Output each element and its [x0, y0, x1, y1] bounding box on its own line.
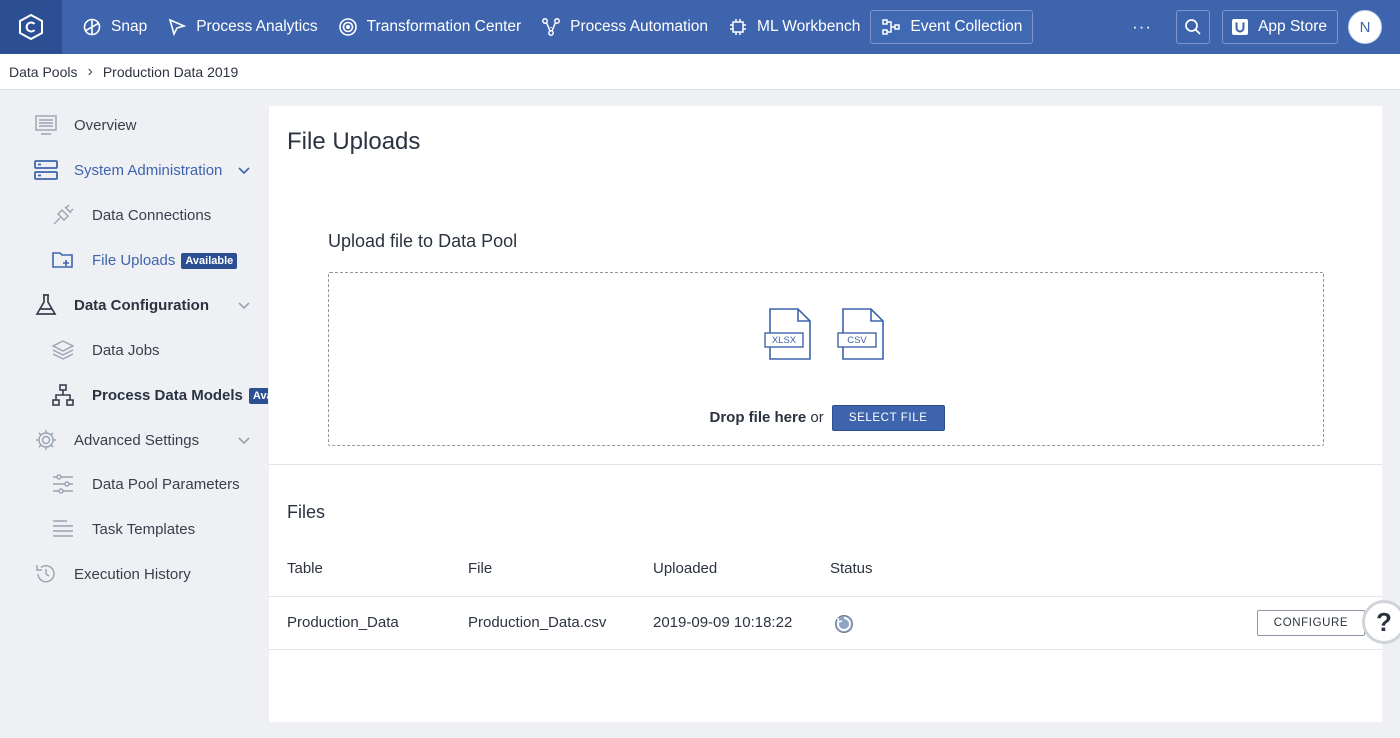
- nav-transformation-center-label: Transformation Center: [366, 18, 522, 35]
- cell-file-name: Production_Data.csv: [468, 614, 607, 631]
- list-icon: [50, 516, 76, 542]
- column-header-table: Table: [287, 560, 323, 577]
- nav-process-analytics[interactable]: Process Analytics: [157, 10, 327, 44]
- xlsx-file-label: XLSX: [771, 335, 797, 346]
- sidebar-item-process-data-models[interactable]: Process Data Models Available: [0, 380, 268, 410]
- sidebar-item-advanced-settings[interactable]: Advanced Settings: [0, 425, 268, 455]
- section-divider: [269, 464, 1382, 465]
- sidebar-item-data-configuration[interactable]: Data Configuration: [0, 290, 268, 320]
- sidebar-item-label: Data Pool Parameters: [92, 475, 240, 493]
- sliders-icon: [50, 471, 76, 497]
- file-drop-zone[interactable]: XLSX CSV Drop file here or SELECT FILE: [328, 272, 1324, 446]
- snap-icon: [83, 18, 101, 36]
- app-store-label: App Store: [1258, 18, 1327, 35]
- sidebar-item-label: System Administration: [74, 161, 223, 179]
- available-badge: Available: [248, 387, 268, 404]
- column-header-file: File: [468, 560, 493, 577]
- file-uploads-panel: File Uploads Upload file to Data Pool XL…: [269, 106, 1382, 722]
- or-text: or: [810, 408, 824, 426]
- sidebar: Overview System Administration Data Conn…: [0, 91, 268, 738]
- nav-snap[interactable]: Snap: [72, 10, 157, 44]
- overview-icon: [33, 112, 59, 138]
- files-section-title: Files: [287, 502, 326, 522]
- sidebar-item-label: File Uploads: [92, 251, 176, 269]
- app-store-button[interactable]: App Store: [1222, 10, 1338, 44]
- help-button[interactable]: ?: [1362, 600, 1400, 644]
- process-analytics-icon: [168, 18, 187, 37]
- sidebar-item-file-uploads[interactable]: File Uploads Available: [0, 245, 268, 275]
- table-row-divider: [269, 649, 1382, 650]
- user-avatar[interactable]: N: [1348, 10, 1382, 44]
- nav-snap-label: Snap: [111, 18, 148, 35]
- nav-process-automation-label: Process Automation: [570, 18, 709, 35]
- status-loading-icon: [834, 614, 854, 639]
- select-file-button[interactable]: SELECT FILE: [831, 405, 945, 431]
- folder-add-icon: [50, 247, 76, 273]
- breadcrumb-separator: ›: [87, 62, 93, 80]
- celonis-logo[interactable]: [0, 0, 62, 54]
- page-title: File Uploads: [287, 128, 421, 155]
- breadcrumb: Data Pools › Production Data 2019: [0, 54, 1400, 90]
- history-icon: [33, 561, 59, 587]
- gear-icon: [33, 427, 59, 453]
- chevron-down-icon[interactable]: [238, 297, 250, 314]
- nav-event-collection[interactable]: Event Collection: [870, 10, 1034, 44]
- sidebar-item-task-templates[interactable]: Task Templates: [0, 514, 268, 544]
- sidebar-item-label-wrap: Process Data Models Available: [92, 387, 268, 404]
- target-icon: [338, 18, 357, 36]
- search-icon: [1185, 19, 1201, 35]
- top-navigation-bar: Snap Process Analytics Transformation Ce…: [0, 0, 1400, 54]
- hexagon-logo-icon: [19, 13, 43, 41]
- breadcrumb-current: Production Data 2019: [102, 63, 239, 80]
- nav-process-automation[interactable]: Process Automation: [531, 10, 718, 44]
- upload-section-title: Upload file to Data Pool: [328, 231, 518, 251]
- plug-icon: [50, 202, 76, 228]
- xlsx-file-icon: XLSX: [764, 307, 816, 361]
- cell-table-name: Production_Data: [287, 614, 399, 631]
- sidebar-item-label: Data Connections: [92, 206, 212, 224]
- sidebar-item-label: Data Jobs: [92, 341, 160, 359]
- layers-icon: [50, 337, 76, 363]
- sidebar-item-label: Overview: [74, 116, 137, 134]
- event-collection-icon: [882, 19, 901, 35]
- sidebar-item-data-jobs[interactable]: Data Jobs: [0, 335, 268, 365]
- csv-file-icon: CSV: [837, 307, 889, 361]
- nav-process-analytics-label: Process Analytics: [196, 18, 318, 35]
- breadcrumb-data-pools[interactable]: Data Pools: [9, 64, 77, 80]
- configure-button[interactable]: CONFIGURE: [1257, 610, 1365, 636]
- cell-uploaded-time: 2019-09-09 10:18:22: [653, 614, 793, 631]
- sidebar-item-system-administration[interactable]: System Administration: [0, 155, 268, 185]
- sidebar-item-execution-history[interactable]: Execution History: [0, 559, 268, 589]
- nav-event-collection-label: Event Collection: [910, 18, 1023, 35]
- column-header-status: Status: [830, 560, 873, 577]
- sidebar-item-label: Process Data Models: [92, 386, 243, 404]
- server-icon: [33, 157, 59, 183]
- nav-transformation-center[interactable]: Transformation Center: [328, 10, 532, 44]
- sidebar-item-label-wrap: File Uploads Available: [92, 251, 238, 269]
- nav-ml-workbench[interactable]: ML Workbench: [718, 10, 870, 44]
- table-row-divider: [269, 596, 1382, 597]
- more-menu-button[interactable]: ···: [1118, 10, 1166, 44]
- drop-instructions: Drop file here or SELECT FILE: [329, 405, 1325, 431]
- automation-icon: [542, 18, 561, 36]
- nav-ml-workbench-label: ML Workbench: [757, 18, 861, 35]
- drop-file-text: Drop file here: [709, 408, 807, 426]
- sidebar-item-label: Data Configuration: [74, 296, 209, 314]
- sidebar-item-label: Advanced Settings: [74, 431, 200, 449]
- hierarchy-icon: [50, 382, 76, 408]
- flask-icon: [33, 292, 59, 318]
- chip-icon: [730, 19, 747, 35]
- sidebar-item-data-pool-parameters[interactable]: Data Pool Parameters: [0, 469, 268, 499]
- app-store-icon: [1232, 19, 1249, 35]
- sidebar-item-label: Task Templates: [92, 520, 196, 538]
- search-button[interactable]: [1176, 10, 1211, 44]
- sidebar-item-overview[interactable]: Overview: [0, 110, 268, 140]
- column-header-uploaded: Uploaded: [653, 560, 718, 577]
- csv-file-label: CSV: [847, 335, 867, 346]
- sidebar-item-data-connections[interactable]: Data Connections: [0, 200, 268, 230]
- sidebar-item-label: Execution History: [74, 565, 191, 583]
- available-badge: Available: [181, 252, 238, 269]
- chevron-down-icon[interactable]: [238, 432, 250, 449]
- chevron-down-icon[interactable]: [238, 162, 250, 179]
